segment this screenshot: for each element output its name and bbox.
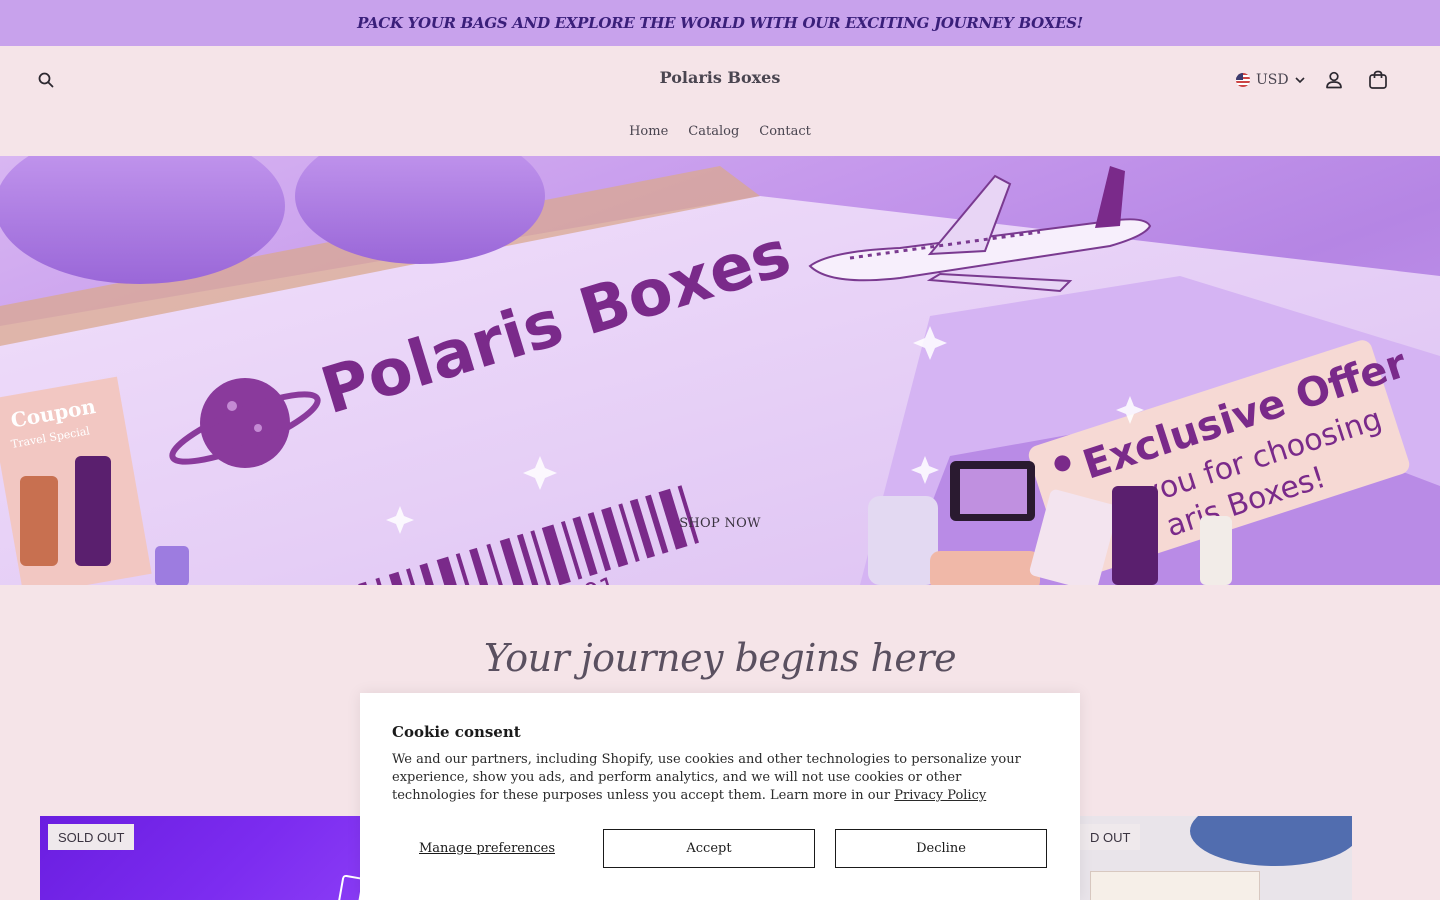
currency-selector[interactable]: USD <box>1236 70 1305 90</box>
sold-out-badge-right: D OUT <box>1080 824 1141 850</box>
cart-icon[interactable] <box>1366 68 1390 92</box>
cookie-body: We and our partners, including Shopify, … <box>392 751 1032 805</box>
shop-now-button[interactable]: SHOP NOW <box>679 516 761 531</box>
nav-home[interactable]: Home <box>629 124 668 139</box>
decline-button[interactable]: Decline <box>835 829 1047 868</box>
main-nav: Home Catalog Contact <box>0 124 1440 139</box>
mini-suitcase <box>930 551 1040 585</box>
privacy-policy-link[interactable]: Privacy Policy <box>894 788 986 803</box>
manage-preferences-link[interactable]: Manage preferences <box>392 829 582 868</box>
chevron-down-icon <box>1295 77 1305 84</box>
account-icon[interactable] <box>1322 68 1346 92</box>
nav-catalog[interactable]: Catalog <box>688 124 739 139</box>
hero-cta: SHOP NOW <box>0 516 1440 531</box>
accept-button[interactable]: Accept <box>603 829 815 868</box>
section-title: Your journey begins here <box>483 636 957 680</box>
announcement-text: PACK YOUR BAGS AND EXPLORE THE WORLD WIT… <box>357 14 1083 32</box>
product-card-left[interactable]: SOLD OUT <box>40 816 370 900</box>
announcement-bar: PACK YOUR BAGS AND EXPLORE THE WORLD WIT… <box>0 0 1440 46</box>
fluffy-rug <box>1190 816 1352 866</box>
product-card-right[interactable]: D OUT <box>1070 816 1352 900</box>
currency-label: USD <box>1256 72 1289 88</box>
us-flag-icon <box>1236 73 1250 87</box>
jar <box>868 496 938 585</box>
bottle-2 <box>75 456 111 566</box>
cookie-consent-dialog: Cookie consent We and our partners, incl… <box>360 693 1080 900</box>
site-header: Polaris Boxes USD Home Catalog Contact <box>0 46 1440 156</box>
cookie-actions: Manage preferences Accept Decline <box>392 829 1048 868</box>
serum-bottle <box>1112 486 1158 585</box>
product-box <box>1090 871 1260 900</box>
brand-link[interactable]: Polaris Boxes <box>660 68 781 87</box>
cookie-title: Cookie consent <box>392 723 521 741</box>
sold-out-badge: SOLD OUT <box>48 824 135 850</box>
nav-contact[interactable]: Contact <box>759 124 811 139</box>
brand-title: Polaris Boxes <box>0 68 1440 87</box>
